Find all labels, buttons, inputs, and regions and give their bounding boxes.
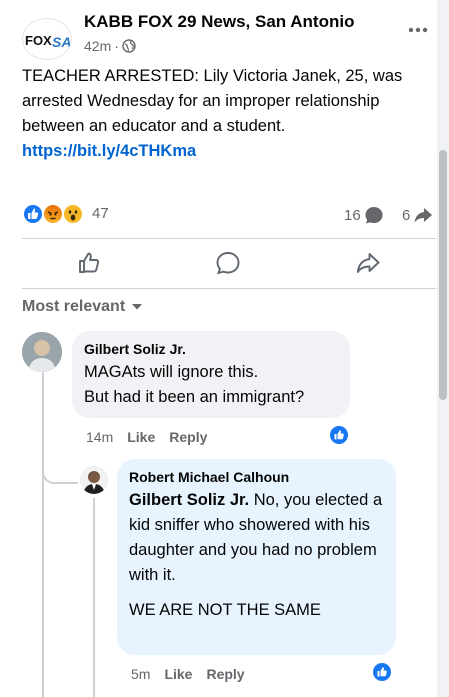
reply-bubble: Robert Michael Calhoun Gilbert Soliz Jr.…: [117, 459, 396, 655]
comment-count-icon: [365, 207, 383, 224]
page-name[interactable]: KABB FOX 29 News, San Antonio: [84, 12, 354, 32]
angry-reaction-icon: [42, 203, 64, 225]
share-button[interactable]: [353, 248, 383, 278]
reply-author[interactable]: Robert Michael Calhoun: [129, 469, 384, 485]
reply-avatar[interactable]: [80, 466, 108, 494]
comment-bubble-icon: [216, 252, 240, 275]
divider-bottom: [22, 288, 436, 289]
like-reaction-icon: [22, 203, 44, 225]
thread-line: [42, 372, 44, 697]
post-meta: 42m ·: [84, 38, 136, 54]
reply-thread-line: [93, 498, 95, 697]
comment-reply-button[interactable]: Reply: [169, 429, 207, 445]
share-count[interactable]: 6: [402, 205, 433, 225]
wow-reaction-icon: [62, 203, 84, 225]
comment-like-badge-icon[interactable]: [328, 424, 350, 446]
more-options-button[interactable]: [404, 18, 432, 46]
post-body: TEACHER ARRESTED: Lily Victoria Janek, 2…: [22, 64, 434, 164]
reply-text: Gilbert Soliz Jr. No, you elected a kid …: [129, 488, 384, 588]
page-logo[interactable]: FOX SA: [22, 18, 72, 60]
comment-bubble: Gilbert Soliz Jr. MAGAts will ignore thi…: [72, 331, 350, 418]
reply-mention[interactable]: Gilbert Soliz Jr.: [129, 491, 249, 509]
reply-time[interactable]: 5m: [131, 666, 150, 682]
comment-like-button[interactable]: Like: [127, 429, 155, 445]
share-count-icon: [414, 208, 433, 223]
comment-count-value: 16: [344, 206, 361, 224]
logo-sa-text: SA: [52, 34, 71, 50]
comment-line-2: But had it been an immigrant?: [84, 388, 305, 406]
divider-top: [22, 238, 436, 239]
scrollbar-thumb[interactable]: [439, 150, 447, 400]
chevron-down-icon: [132, 304, 143, 310]
comment-actions: 14m Like Reply: [86, 429, 207, 445]
post-text: TEACHER ARRESTED: Lily Victoria Janek, 2…: [22, 67, 403, 135]
logo-fox-text: FOX: [25, 33, 52, 48]
comment-button[interactable]: [213, 248, 243, 278]
reactions-summary: 47 16 6: [22, 202, 438, 228]
comment-sort-dropdown[interactable]: Most relevant: [22, 298, 143, 316]
comment-time[interactable]: 14m: [86, 429, 113, 445]
post-header: FOX SA KABB FOX 29 News, San Antonio 42m…: [22, 12, 432, 60]
globe-icon: [122, 39, 136, 53]
reply-reply-button[interactable]: Reply: [206, 666, 244, 682]
comment-author[interactable]: Gilbert Soliz Jr.: [84, 341, 338, 357]
more-horizontal-icon: [408, 27, 428, 33]
share-arrow-icon: [356, 253, 380, 273]
reply-like-button[interactable]: Like: [164, 666, 192, 682]
scrollbar[interactable]: [437, 0, 449, 697]
sort-label: Most relevant: [22, 298, 126, 315]
reply-text-2: WE ARE NOT THE SAME: [129, 601, 321, 619]
thumbs-up-icon: [79, 252, 100, 273]
meta-separator: ·: [114, 38, 119, 54]
comment-count[interactable]: 16: [344, 205, 384, 225]
reaction-count[interactable]: 47: [92, 205, 109, 222]
reply-actions: 5m Like Reply: [131, 666, 245, 682]
comment-line-1: MAGAts will ignore this.: [84, 363, 259, 381]
thread-branch: [42, 462, 78, 484]
avatar[interactable]: [22, 332, 62, 372]
post-timestamp[interactable]: 42m: [84, 38, 111, 54]
post-action-bar: [22, 242, 436, 286]
reaction-icons[interactable]: [22, 202, 92, 226]
share-count-value: 6: [402, 206, 411, 224]
post-link[interactable]: https://bit.ly/4cTHKma: [22, 139, 434, 164]
like-button[interactable]: [74, 248, 104, 278]
reply-like-badge-icon[interactable]: [371, 661, 393, 683]
